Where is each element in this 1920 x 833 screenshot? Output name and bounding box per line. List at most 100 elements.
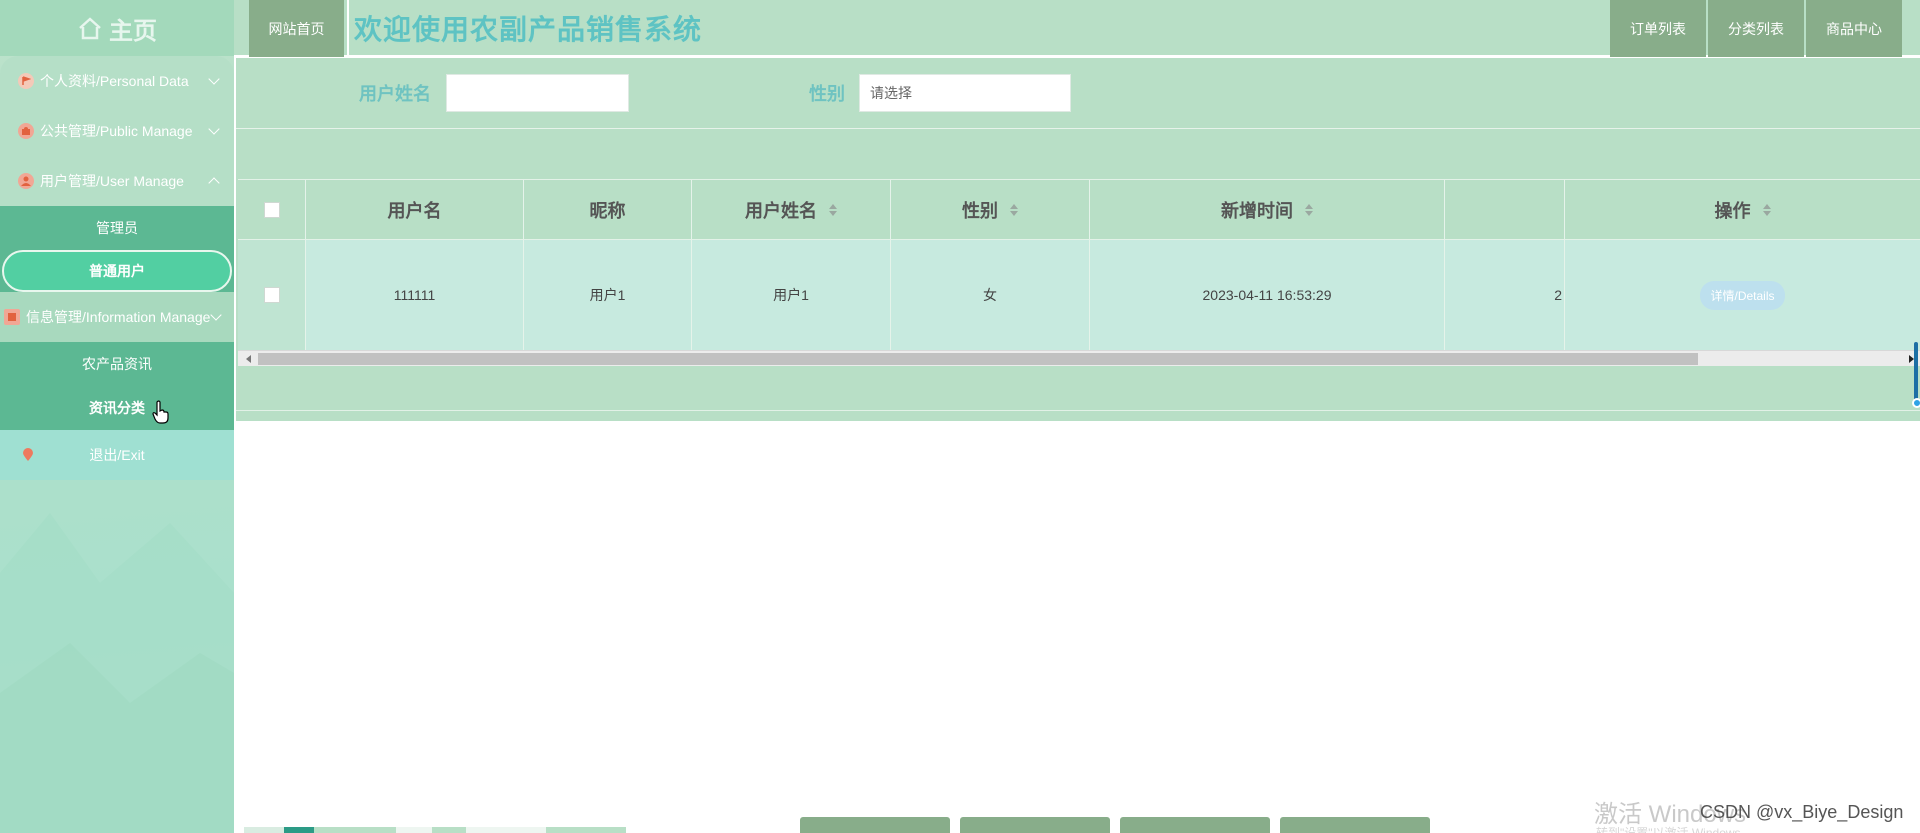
top-nav: 订单列表 分类列表 商品中心	[1608, 0, 1902, 57]
submenu-item-normal-user[interactable]: 普通用户	[2, 250, 232, 292]
divider	[347, 0, 349, 57]
sidebar-brand[interactable]: 主页	[0, 0, 234, 56]
chevron-down-icon	[208, 73, 220, 85]
user-submenu: 管理员 普通用户	[0, 206, 234, 292]
pager-segment[interactable]	[244, 827, 284, 833]
sort-icon[interactable]	[1762, 203, 1771, 216]
bottom-button[interactable]	[960, 817, 1110, 833]
sidebar-item-label: 公共管理/Public Manage	[40, 123, 193, 139]
gender-filter-label: 性别	[809, 84, 845, 104]
submenu-item-farm-news[interactable]: 农产品资讯	[0, 342, 234, 386]
scroll-track	[1914, 342, 1918, 402]
pager-segment[interactable]	[466, 827, 546, 833]
cell-nickname: 用户1	[524, 240, 692, 350]
column-header-actions[interactable]: 操作	[1565, 180, 1920, 239]
header-label: 性别	[962, 200, 998, 221]
cell-gender: 女	[891, 240, 1090, 350]
home-icon	[79, 17, 101, 40]
cell-created: 2023-04-11 16:53:29	[1090, 240, 1445, 350]
sidebar-item-personal-data[interactable]: 个人资料/Personal Data	[0, 56, 234, 106]
select-all-checkbox[interactable]	[263, 201, 280, 218]
sidebar-item-label: 用户管理/User Manage	[40, 173, 184, 189]
product-center-button[interactable]: 商品中心	[1806, 0, 1902, 57]
exit-label: 退出/Exit	[89, 447, 145, 463]
submenu-item-admin[interactable]: 管理员	[0, 206, 234, 250]
header-label: 昵称	[589, 200, 626, 221]
scroll-left-icon[interactable]	[246, 355, 251, 363]
pager-segment[interactable]	[432, 827, 466, 833]
sidebar-menu: 个人资料/Personal Data 公共管理/Public Manage 用户…	[0, 56, 234, 480]
divider	[236, 128, 1920, 129]
header-label: 操作	[1714, 200, 1751, 221]
puzzle-icon	[18, 123, 34, 139]
column-header-hidden	[1445, 180, 1565, 239]
sort-icon[interactable]	[1010, 203, 1018, 216]
location-pin-icon	[20, 447, 36, 463]
username-filter-input[interactable]	[446, 74, 629, 112]
pager-segment[interactable]	[314, 827, 396, 833]
pager-segment-active[interactable]	[284, 827, 314, 833]
bottom-button[interactable]	[1280, 817, 1430, 833]
sidebar-item-public-manage[interactable]: 公共管理/Public Manage	[0, 106, 234, 156]
info-submenu: 农产品资讯 资讯分类	[0, 342, 234, 430]
username-filter-label: 用户姓名	[359, 84, 431, 104]
column-header-gender[interactable]: 性别	[891, 180, 1090, 239]
bottom-button[interactable]	[1120, 817, 1270, 833]
bottom-button[interactable]	[800, 817, 950, 833]
book-icon	[4, 309, 20, 325]
windows-activation-subtext: 转到"设置"以激活 Windows。	[1596, 826, 1753, 833]
sidebar: 主页 个人资料/Personal Data 公共管理/Public Manage…	[0, 0, 234, 833]
pager-segment[interactable]	[546, 827, 626, 833]
divider	[236, 410, 1920, 411]
sort-icon[interactable]	[1305, 203, 1313, 216]
cell-truncated: 2	[1445, 240, 1565, 350]
page-title: 欢迎使用农副产品销售系统	[354, 14, 703, 45]
column-header-created[interactable]: 新增时间	[1090, 180, 1445, 239]
row-checkbox[interactable]	[263, 287, 280, 303]
row-select-cell	[238, 240, 306, 350]
chevron-up-icon	[208, 177, 220, 189]
submenu-item-news-category[interactable]: 资讯分类	[0, 386, 234, 430]
header-label: 新增时间	[1221, 200, 1293, 221]
user-icon	[18, 173, 34, 189]
sidebar-item-information-manage[interactable]: 信息管理/Information Manage	[0, 292, 234, 342]
chevron-down-icon	[208, 123, 220, 135]
gender-select[interactable]: 请选择	[859, 74, 1071, 112]
user-table: 用户名 昵称 用户姓名 性别 新增时间 操作 111111 用户1 用户1 女 …	[238, 179, 1920, 407]
scrollbar-thumb[interactable]	[258, 353, 1698, 365]
submenu-item-label: 资讯分类	[89, 400, 145, 416]
csdn-watermark: CSDN @vx_Biye_Design	[1700, 802, 1904, 822]
search-bar: 用户姓名 性别 请选择	[236, 58, 1920, 128]
sidebar-item-exit[interactable]: 退出/Exit	[0, 430, 234, 480]
header-label: 用户姓名	[745, 200, 817, 221]
column-header-nickname[interactable]: 昵称	[524, 180, 692, 239]
details-button[interactable]: 详情/Details	[1700, 280, 1785, 310]
category-list-button[interactable]: 分类列表	[1708, 0, 1804, 57]
header-label: 用户名	[387, 200, 442, 221]
hand-cursor-icon	[152, 400, 169, 424]
select-all-cell	[238, 180, 306, 239]
cell-realname: 用户1	[692, 240, 891, 350]
pagination	[244, 827, 676, 833]
sidebar-item-label: 个人资料/Personal Data	[40, 73, 189, 89]
column-header-username[interactable]: 用户名	[306, 180, 524, 239]
sort-icon[interactable]	[829, 203, 837, 216]
order-list-button[interactable]: 订单列表	[1610, 0, 1706, 57]
scroll-knob[interactable]	[1912, 398, 1920, 408]
column-header-realname[interactable]: 用户姓名	[692, 180, 891, 239]
table-row: 111111 用户1 用户1 女 2023-04-11 16:53:29 2 详…	[238, 240, 1920, 350]
brand-label: 主页	[109, 17, 157, 45]
pager-segment[interactable]	[396, 827, 432, 833]
table-header: 用户名 昵称 用户姓名 性别 新增时间 操作	[238, 179, 1920, 240]
top-bar: 网站首页 欢迎使用农副产品销售系统 订单列表 分类列表 商品中心	[234, 0, 1920, 57]
cell-username: 111111	[306, 240, 524, 350]
sidebar-item-user-manage[interactable]: 用户管理/User Manage	[0, 156, 234, 206]
main-panel: 用户姓名 性别 请选择 用户名 昵称 用户姓名 性别 新增时间 操作 11111…	[236, 58, 1920, 421]
vertical-scroll-indicator[interactable]	[1912, 342, 1920, 412]
site-home-button[interactable]: 网站首页	[249, 0, 344, 57]
sidebar-item-label: 信息管理/Information Manage	[26, 309, 211, 325]
flag-icon	[18, 73, 34, 89]
cell-actions: 详情/Details	[1565, 240, 1920, 350]
chevron-down-icon	[210, 309, 222, 321]
horizontal-scrollbar[interactable]	[238, 350, 1920, 366]
